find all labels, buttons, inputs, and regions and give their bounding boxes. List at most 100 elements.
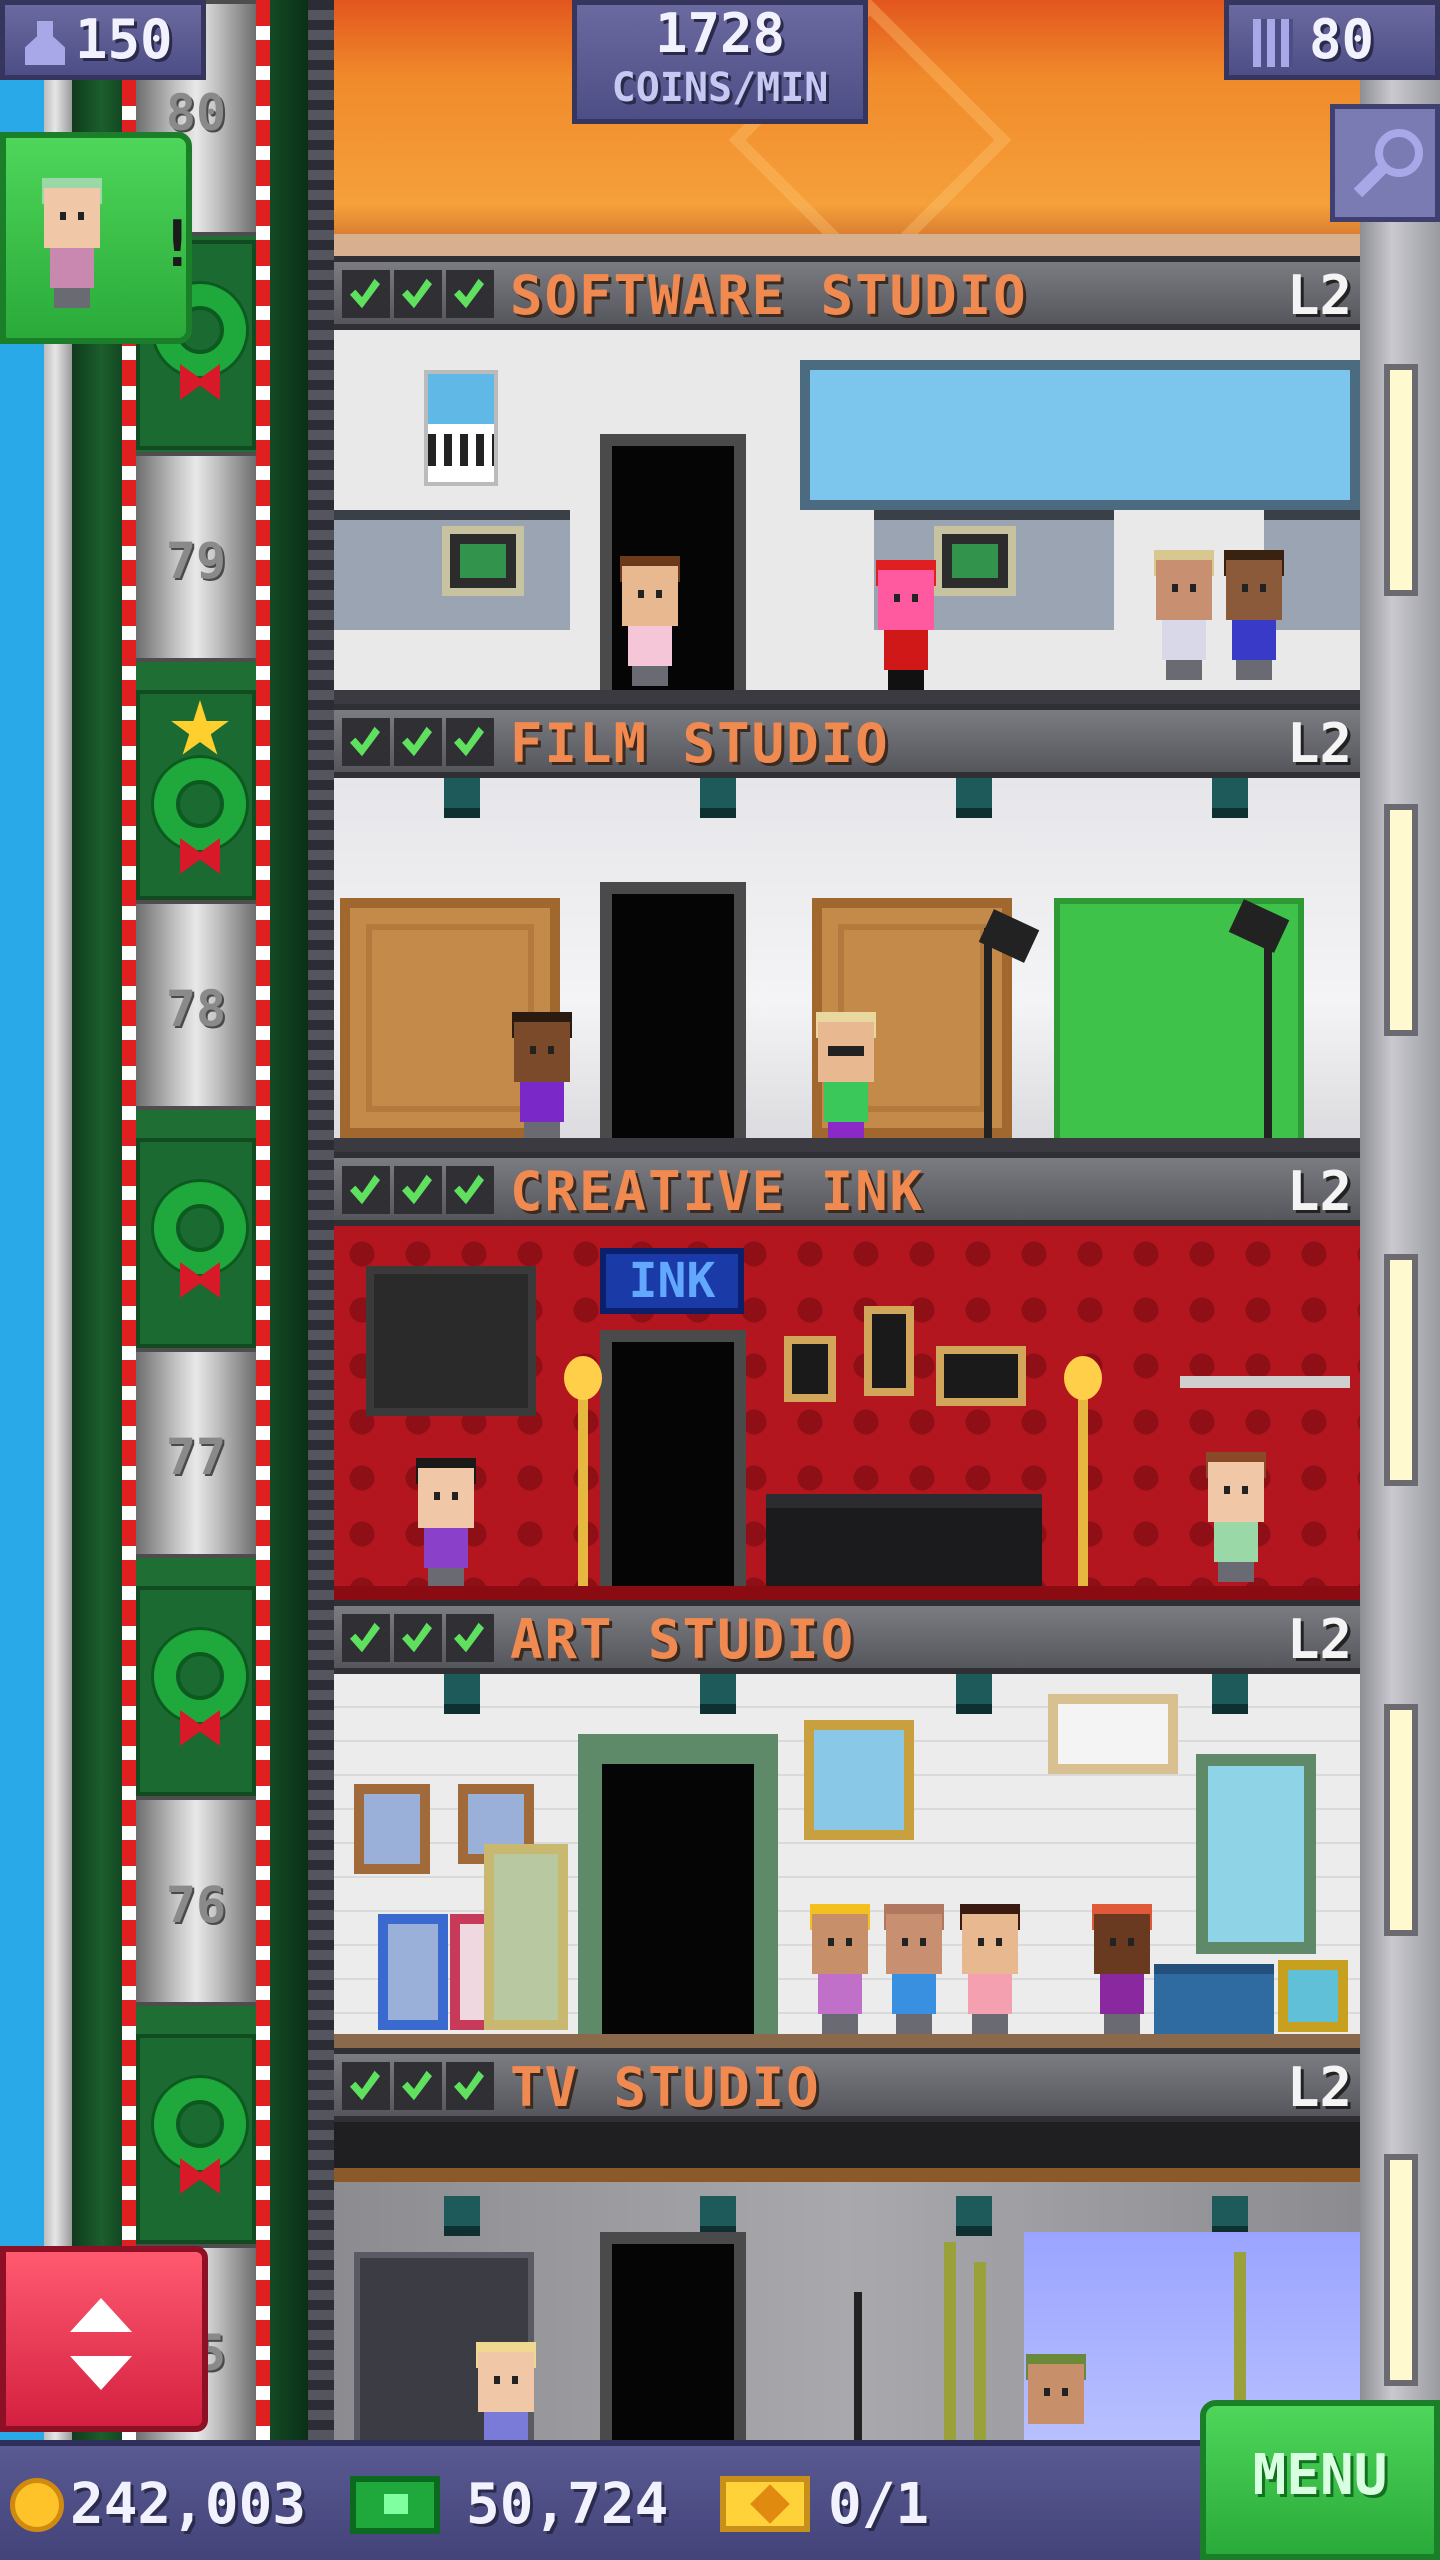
floor-creative-ink[interactable]: CREATIVE INK L2 INK [334, 1152, 1360, 1600]
vip-visitor-button[interactable]: ! [0, 132, 197, 344]
ceiling-spotlight-icon [444, 1674, 480, 1714]
floor-name: FILM STUDIO [510, 712, 890, 775]
check-icon [342, 1166, 390, 1214]
floor-interior [334, 2122, 1360, 2440]
check-icon [394, 1166, 442, 1214]
picture-frame [936, 1346, 1026, 1406]
light-stand-icon [1264, 928, 1272, 1148]
floor-count-value: 80 [1309, 8, 1375, 71]
floor-counter[interactable]: 80 [1224, 0, 1440, 80]
floor-header: ART STUDIO L2 [334, 1600, 1360, 1674]
floor-name: SOFTWARE STUDIO [510, 264, 1028, 327]
shaft-inner-wall [270, 0, 308, 2440]
floor-checks [342, 1166, 494, 1214]
check-icon [446, 718, 494, 766]
picture-frame [784, 1336, 836, 1402]
floor-interior [334, 778, 1360, 1152]
elevator-door [600, 2232, 746, 2440]
elevator-button[interactable] [0, 2246, 208, 2432]
floor-header: CREATIVE INK L2 [334, 1152, 1360, 1226]
ceiling-spotlight-icon [700, 1674, 736, 1714]
wreath-icon [154, 758, 246, 850]
shaft-floor-number: 78 [165, 980, 227, 1038]
painting-frame [354, 1784, 430, 1874]
floor-lamp-icon [564, 1356, 602, 1590]
bamboo-plant-icon [944, 2242, 956, 2440]
search-button[interactable] [1330, 104, 1440, 222]
ceiling-spotlight-icon [956, 778, 992, 818]
population-counter[interactable]: 150 [0, 0, 206, 80]
elevator-door [600, 882, 746, 1152]
frame-light [1390, 1710, 1412, 1930]
golden-ticket-icon [720, 2476, 810, 2532]
candy-cane-right [256, 0, 270, 2440]
elevator-rail [308, 0, 334, 2440]
coins-per-minute-panel: 1728 COINS/MIN [572, 0, 868, 124]
building-icon [1253, 19, 1293, 67]
ceiling-spotlight-icon [1212, 2196, 1248, 2236]
coins-per-minute-unit: COINS/MIN [611, 65, 829, 111]
wall-poster [366, 1266, 536, 1416]
shaft-floor-number: 76 [165, 1876, 227, 1934]
floor-name: TV STUDIO [510, 2056, 821, 2119]
shaft-floor-number: 77 [165, 1428, 227, 1486]
camera-stand-icon [854, 2292, 862, 2440]
floor-checks [342, 2062, 494, 2110]
person-up-icon [25, 21, 65, 65]
shaft-floor-cell: 77 [136, 1348, 256, 1558]
floor-art-studio[interactable]: ART STUDIO L2 [334, 1600, 1360, 2048]
frame-light [1390, 810, 1412, 1030]
banknote-icon [350, 2476, 440, 2534]
wreath-icon [154, 1630, 246, 1722]
arrow-up-icon [70, 2298, 132, 2332]
coin-icon [10, 2478, 64, 2532]
check-icon [342, 270, 390, 318]
painting-frame [1048, 1694, 1178, 1774]
alert-icon: ! [158, 208, 197, 282]
floor-base [334, 1586, 1360, 1600]
art-studio-window [1196, 1754, 1316, 1954]
floor-film-studio[interactable]: FILM STUDIO L2 [334, 704, 1360, 1152]
ceiling-beam [334, 2122, 1360, 2182]
coins-value: 242,003 [70, 2472, 307, 2537]
floor-interior [334, 330, 1360, 704]
wall-shelf [1180, 1376, 1350, 1388]
menu-button[interactable]: MENU [1200, 2400, 1440, 2560]
check-icon [446, 2062, 494, 2110]
tickets-value: 0/1 [828, 2472, 930, 2537]
painting-frame [804, 1720, 914, 1840]
wreath-icon [154, 2078, 246, 2170]
floor-lamp-icon [1064, 1356, 1102, 1590]
floor-header: FILM STUDIO L2 [334, 704, 1360, 778]
check-icon [394, 718, 442, 766]
floor-base [334, 690, 1360, 704]
floor-tv-studio[interactable]: TV STUDIO L2 [334, 2048, 1360, 2440]
check-icon [446, 270, 494, 318]
ceiling-spotlight-icon [1212, 1674, 1248, 1714]
ceiling-spotlight-icon [956, 2196, 992, 2236]
ceiling-spotlight-icon [700, 2196, 736, 2236]
bamboo-plant-icon [974, 2262, 986, 2440]
building-right-frame [1360, 0, 1440, 2440]
star-icon [171, 700, 229, 755]
floor-base [334, 1138, 1360, 1152]
frame-light [1390, 2160, 1412, 2380]
blue-cabinet [1154, 1964, 1274, 2034]
office-window [800, 360, 1360, 510]
calendar-icon [424, 370, 498, 486]
shaft-floor-cell: 79 [136, 452, 256, 662]
painting-canvas [484, 1844, 568, 2030]
floor-software-studio[interactable]: SOFTWARE STUDIO L2 [334, 256, 1360, 704]
shaft-wreath-cell [136, 690, 256, 900]
ceiling-spotlight-icon [444, 2196, 480, 2236]
building-pole [44, 0, 72, 2440]
ceiling-spotlight-icon [700, 778, 736, 818]
ceiling-spotlight-icon [1212, 778, 1248, 818]
floor-checks [342, 1614, 494, 1662]
computer-monitor-icon [442, 526, 524, 596]
check-icon [394, 1614, 442, 1662]
frame-light [1390, 1260, 1412, 1480]
shaft-wreath-cell [136, 1138, 256, 1348]
floor-header: SOFTWARE STUDIO L2 [334, 256, 1360, 330]
check-icon [394, 270, 442, 318]
